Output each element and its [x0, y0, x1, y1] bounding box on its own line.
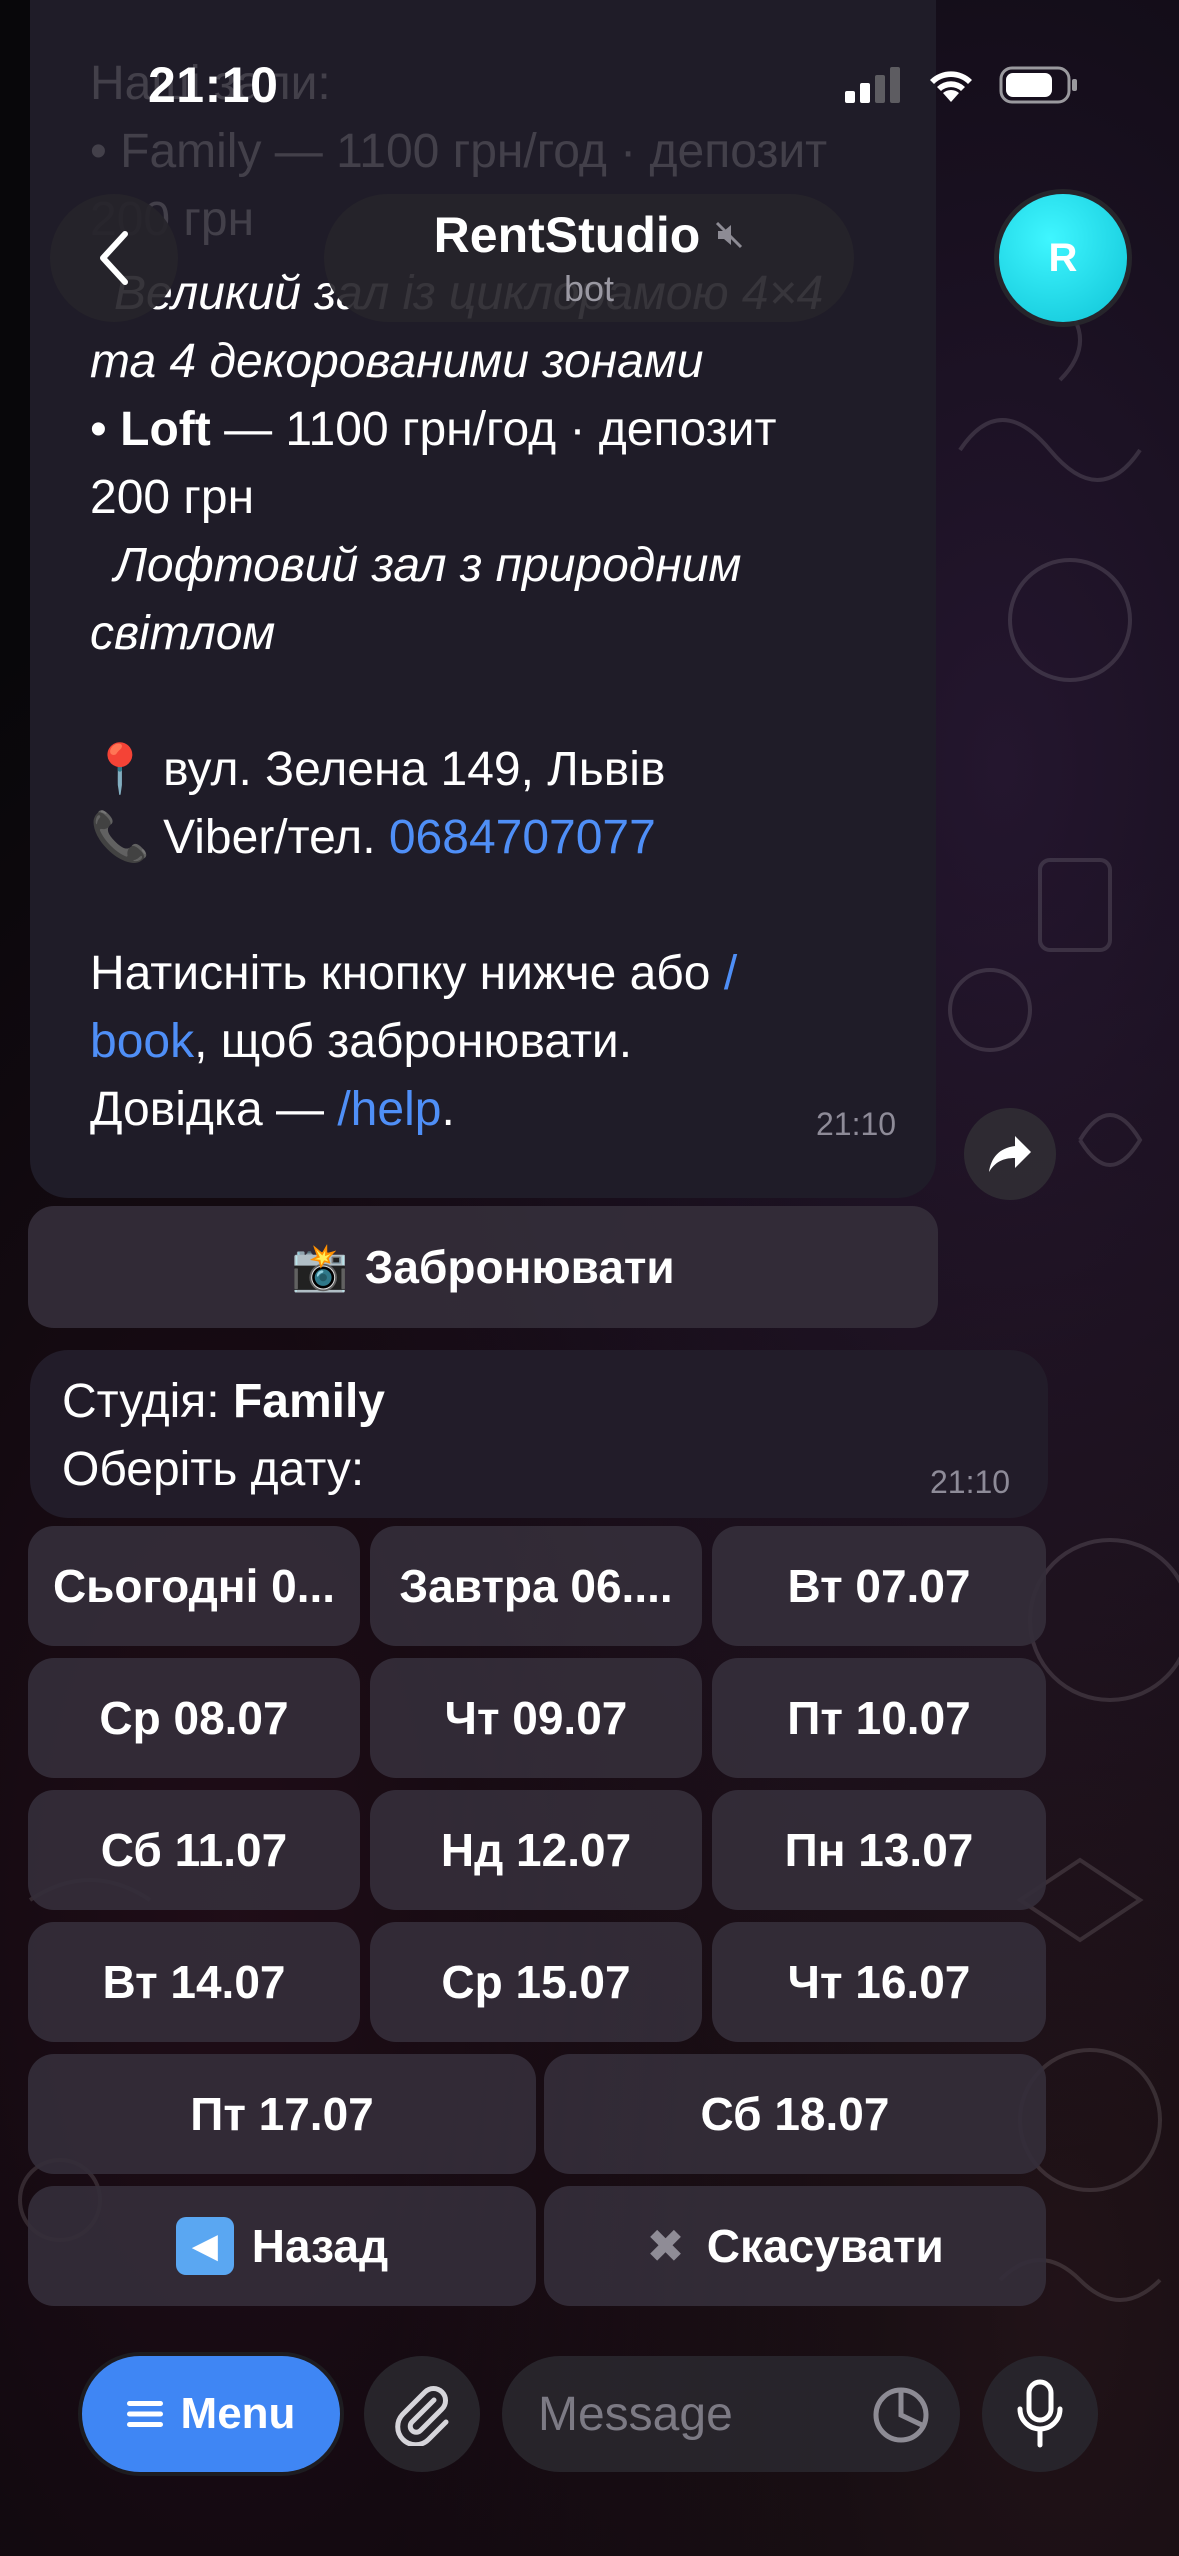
- date-button[interactable]: Вт 07.07: [712, 1526, 1046, 1646]
- back-keyboard-button[interactable]: ◀ Назад: [28, 2186, 536, 2306]
- faded-line: • Family — 1100 грн/год · депозит: [90, 125, 828, 178]
- studio-label: Студія:: [62, 1375, 233, 1428]
- bullet: •: [90, 403, 121, 456]
- message-time: 21:10: [930, 1464, 1011, 1500]
- help-text: Довідка —: [90, 1083, 338, 1136]
- cta-text: Натисніть кнопку нижче або: [90, 947, 724, 1000]
- phone-label: Viber/тел.: [163, 811, 389, 864]
- cellular-signal-icon: [845, 67, 900, 103]
- loft-description-line: світлом: [90, 607, 276, 660]
- microphone-button[interactable]: [982, 2356, 1098, 2472]
- sticker-icon[interactable]: [872, 2386, 930, 2444]
- message-input[interactable]: Message: [502, 2356, 960, 2472]
- message-body: Студія: Family Оберіть дату:: [62, 1368, 385, 1504]
- back-button[interactable]: [50, 194, 178, 322]
- chat-name: RentStudio: [433, 207, 701, 263]
- phone-icon: 📞: [90, 811, 150, 864]
- paperclip-icon: [395, 2386, 449, 2446]
- menu-lines-icon: [126, 2401, 163, 2427]
- pin-icon: 📍: [90, 743, 150, 796]
- loft-name: Loft: [120, 403, 211, 456]
- menu-label: Menu: [180, 2389, 296, 2438]
- bot-message-bubble: Наші зали: • Family — 1100 грн/год · деп…: [30, 0, 936, 1198]
- date-button[interactable]: Пн 13.07: [712, 1790, 1046, 1910]
- book-button-label: Забронювати: [364, 1241, 675, 1293]
- cancel-label: Скасувати: [706, 2220, 944, 2272]
- back-arrow-icon: ◀: [175, 2217, 234, 2275]
- status-time: 21:10: [148, 57, 279, 113]
- back-label: Назад: [251, 2220, 389, 2272]
- book-command-link[interactable]: book: [90, 1015, 194, 1068]
- address-line: 📍 вул. Зелена 149, Львів: [90, 736, 930, 804]
- family-description-line: та 4 декорованими зонами: [90, 335, 704, 388]
- status-icons: [845, 66, 1079, 104]
- message-body: Великий зал із циклорамою 4×4 та 4 декор…: [90, 260, 930, 1144]
- loft-line: • Loft — 1100 грн/год · депозит: [90, 396, 930, 464]
- menu-button[interactable]: Menu: [82, 2356, 340, 2472]
- muted-icon: [716, 221, 743, 249]
- help-text-end: .: [441, 1083, 455, 1136]
- cta-line: Натисніть кнопку нижче або /: [90, 940, 930, 1008]
- chat-subtitle: bot: [563, 268, 615, 309]
- help-command-link[interactable]: /help: [337, 1083, 441, 1136]
- cta-line: book, щоб забронювати.: [90, 1008, 930, 1076]
- date-button[interactable]: Сб 18.07: [544, 2054, 1046, 2174]
- date-button[interactable]: Завтра 06....: [370, 1526, 702, 1646]
- bot-message-bubble: Студія: Family Оберіть дату: 21:10: [30, 1350, 1048, 1518]
- cta-text: , щоб забронювати.: [194, 1015, 633, 1068]
- studio-line: Студія: Family: [62, 1368, 385, 1436]
- cross-icon: ✖: [646, 2220, 685, 2272]
- date-button[interactable]: Пт 10.07: [712, 1658, 1046, 1778]
- microphone-icon: [1017, 2379, 1063, 2448]
- date-button[interactable]: Сьогодні 0...: [28, 1526, 360, 1646]
- loft-deposit: 200 грн: [90, 471, 255, 524]
- battery-icon: [999, 66, 1077, 104]
- message-time: 21:10: [816, 1106, 897, 1142]
- date-button[interactable]: Чт 09.07: [370, 1658, 702, 1778]
- loft-description-line: Лофтовий зал з природним: [114, 539, 742, 592]
- date-button[interactable]: Чт 16.07: [712, 1922, 1046, 2042]
- date-button[interactable]: Вт 14.07: [28, 1922, 360, 2042]
- cancel-keyboard-button[interactable]: ✖ Скасувати: [544, 2186, 1046, 2306]
- chevron-left-icon: [100, 231, 128, 285]
- bot-avatar[interactable]: R: [999, 194, 1127, 322]
- address-text: вул. Зелена 149, Львів: [163, 743, 666, 796]
- book-command-link[interactable]: /: [724, 947, 737, 1000]
- share-button[interactable]: [964, 1108, 1056, 1200]
- studio-name: Family: [232, 1375, 385, 1428]
- book-button[interactable]: 📸 Забронювати: [28, 1206, 938, 1328]
- date-button[interactable]: Сб 11.07: [28, 1790, 360, 1910]
- date-button[interactable]: Ср 08.07: [28, 1658, 360, 1778]
- date-button[interactable]: Нд 12.07: [370, 1790, 702, 1910]
- camera-icon: 📸: [291, 1240, 349, 1293]
- attach-button[interactable]: [364, 2356, 480, 2472]
- loft-price: — 1100 грн/год · депозит: [210, 403, 777, 456]
- chat-title[interactable]: RentStudio bot: [324, 194, 854, 322]
- date-button[interactable]: Пт 17.07: [28, 2054, 536, 2174]
- message-placeholder: Message: [538, 2387, 733, 2441]
- date-button[interactable]: Ср 15.07: [370, 1922, 702, 2042]
- share-arrow-icon: [989, 1136, 1031, 1172]
- wifi-icon: [930, 71, 972, 102]
- phone-line: 📞 Viber/тел. 0684707077: [90, 804, 930, 872]
- help-line: Довідка — /help.: [90, 1076, 930, 1144]
- phone-number-link[interactable]: 0684707077: [389, 811, 656, 864]
- date-prompt: Оберіть дату:: [62, 1443, 365, 1496]
